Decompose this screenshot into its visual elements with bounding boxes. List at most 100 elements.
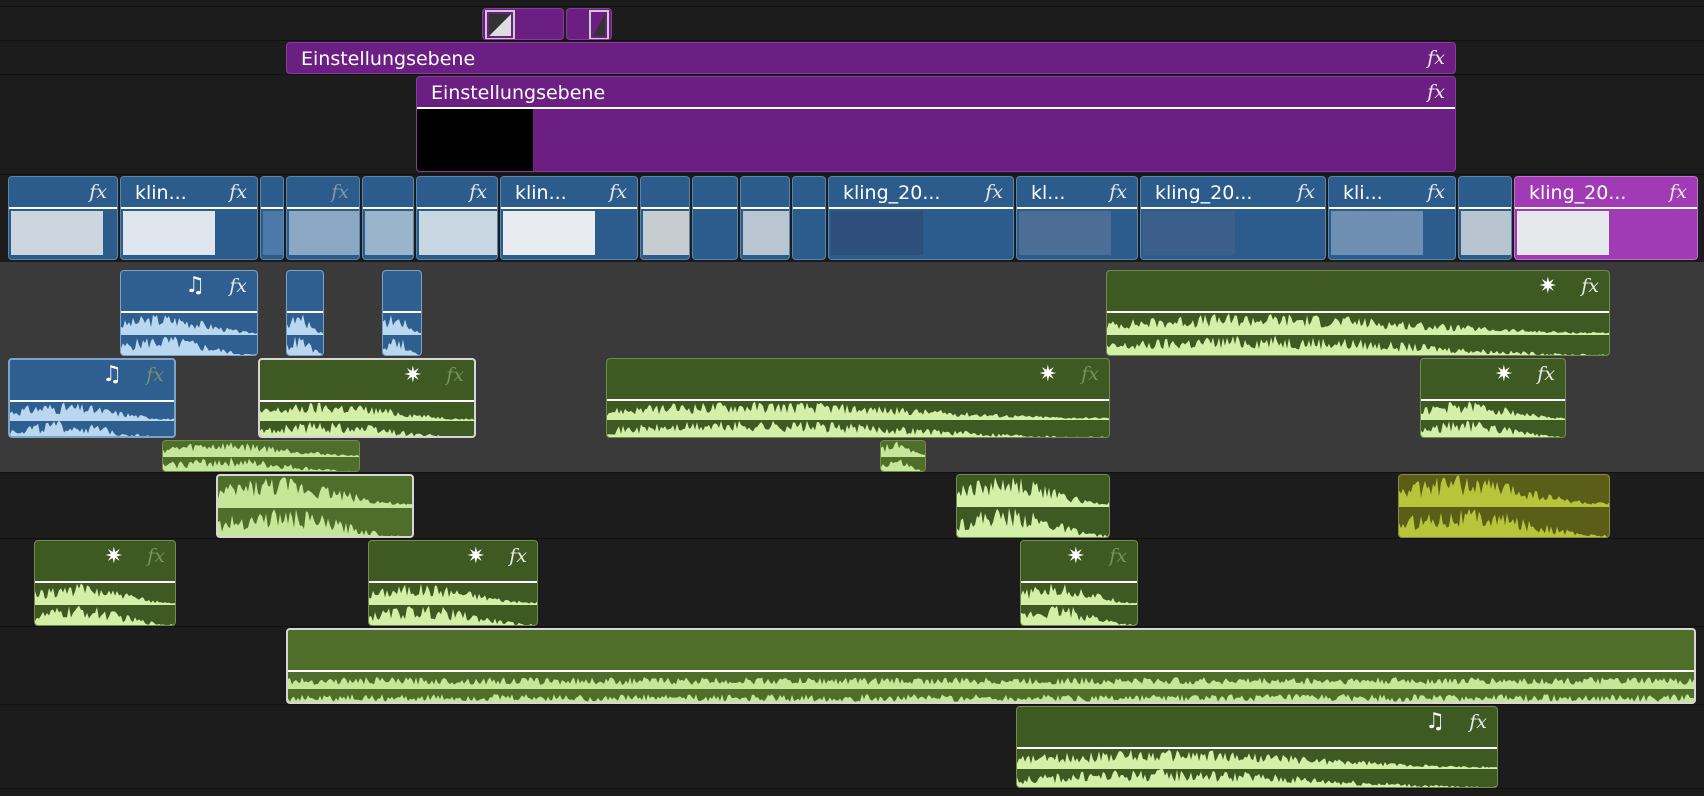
audio-waveform xyxy=(218,477,412,508)
fx-badge: fx xyxy=(1297,181,1315,203)
audio-waveform xyxy=(121,336,257,355)
audio-waveform xyxy=(288,677,1694,689)
volume-line xyxy=(35,581,175,583)
clip-thumbnail xyxy=(795,211,825,255)
audio-clip[interactable] xyxy=(382,270,422,356)
video-clip[interactable] xyxy=(792,176,826,260)
lane-divider xyxy=(0,6,1704,7)
clip-thumbnail xyxy=(1517,211,1609,255)
volume-line xyxy=(383,311,421,313)
audio-waveform xyxy=(287,314,323,335)
video-clip[interactable]: klin... fx xyxy=(120,176,258,260)
audio-waveform xyxy=(218,509,407,536)
video-clip[interactable]: kling_20... fx xyxy=(828,176,1014,260)
clip-thumbnail xyxy=(643,211,689,255)
clip-thumbnail xyxy=(11,211,103,255)
audio-waveform xyxy=(35,605,174,625)
volume-line xyxy=(607,399,1109,401)
video-clip[interactable]: fx xyxy=(286,176,360,260)
audio-clip[interactable] xyxy=(956,474,1110,538)
music-note-icon: ♫ xyxy=(1425,709,1445,734)
fx-badge: fx xyxy=(89,181,107,203)
fx-badge: fx xyxy=(469,181,487,203)
adjustment-layer-clip[interactable]: Einstellungsebene fx xyxy=(416,76,1456,172)
clip-thumbnail xyxy=(503,211,595,255)
video-clip[interactable] xyxy=(692,176,738,260)
audio-clip[interactable]: fx ✷ xyxy=(1106,270,1610,356)
audio-waveform xyxy=(1421,420,1565,437)
audio-waveform xyxy=(1107,313,1609,335)
video-clip[interactable] xyxy=(260,176,284,260)
clip-thumbnail xyxy=(365,211,413,255)
video-clip[interactable]: kling_20... fx xyxy=(1140,176,1326,260)
audio-clip[interactable] xyxy=(286,628,1696,704)
video-clip[interactable]: kling_20... fx xyxy=(1514,176,1698,260)
clip-label: kling_20... xyxy=(1529,182,1627,204)
fx-badge: fx xyxy=(229,275,247,297)
opacity-line xyxy=(417,207,497,209)
audio-clip[interactable]: fx ♫ xyxy=(120,270,258,356)
audio-waveform xyxy=(260,402,474,421)
video-clip[interactable] xyxy=(740,176,790,260)
opacity-line xyxy=(829,207,1013,209)
audio-clip[interactable]: fx ✷ xyxy=(1020,540,1138,626)
audio-waveform xyxy=(35,583,175,605)
effect-star-icon: ✷ xyxy=(1538,274,1557,299)
fx-badge: fx xyxy=(147,545,165,567)
video-clip[interactable]: fx xyxy=(8,176,118,260)
transition-clip[interactable] xyxy=(566,8,612,40)
opacity-line xyxy=(1515,207,1697,209)
audio-waveform xyxy=(1107,335,1609,355)
fx-badge: fx xyxy=(1427,47,1445,69)
audio-clip[interactable]: fx ✷ xyxy=(258,358,476,438)
video-clip[interactable]: klin... fx xyxy=(500,176,638,260)
video-clip[interactable] xyxy=(640,176,690,260)
audio-waveform xyxy=(163,457,359,471)
fx-badge: fx xyxy=(1109,545,1127,567)
clip-label: Einstellungsebene xyxy=(431,82,606,104)
opacity-line xyxy=(793,207,825,209)
volume-line xyxy=(260,400,474,402)
audio-clip[interactable]: fx ✷ xyxy=(606,358,1110,438)
clip-label: kling_20... xyxy=(1155,182,1253,204)
audio-clip[interactable] xyxy=(1398,474,1610,538)
audio-clip[interactable] xyxy=(216,474,414,538)
video-clip[interactable]: fx xyxy=(416,176,498,260)
lane-divider xyxy=(0,626,1704,627)
audio-waveform xyxy=(1017,769,1497,787)
opacity-line xyxy=(501,207,637,209)
audio-clip[interactable] xyxy=(162,440,360,472)
clip-thumbnail xyxy=(1331,211,1423,255)
audio-clip[interactable]: fx ✷ xyxy=(1420,358,1566,438)
audio-waveform xyxy=(369,583,537,605)
audio-clip[interactable] xyxy=(286,270,324,356)
video-clip[interactable]: kli... fx xyxy=(1328,176,1456,260)
opacity-line xyxy=(121,207,257,209)
audio-clip[interactable]: fx ♫ xyxy=(1016,706,1498,788)
audio-clip[interactable]: fx ✷ xyxy=(34,540,176,626)
video-clip[interactable] xyxy=(1458,176,1512,260)
fx-badge: fx xyxy=(1427,181,1445,203)
adjustment-layer-clip[interactable]: Einstellungsebene fx xyxy=(286,42,1456,74)
clip-thumbnail xyxy=(695,211,737,255)
timeline[interactable]: Einstellungsebene fx Einstellungsebene f… xyxy=(0,0,1704,796)
transition-clip[interactable] xyxy=(482,8,564,40)
lane-divider xyxy=(0,704,1704,705)
fx-badge: fx xyxy=(1109,181,1127,203)
opacity-line xyxy=(363,207,413,209)
volume-line xyxy=(417,107,1455,109)
audio-waveform xyxy=(10,402,174,421)
volume-line xyxy=(1021,581,1137,583)
effect-star-icon: ✷ xyxy=(1494,362,1513,387)
clip-thumbnail xyxy=(1019,211,1111,255)
audio-clip[interactable]: fx ♫ xyxy=(8,358,176,438)
clip-thumbnail xyxy=(263,211,283,255)
audio-clip[interactable]: fx ✷ xyxy=(368,540,538,626)
video-clip[interactable]: kl... fx xyxy=(1016,176,1138,260)
volume-line xyxy=(1017,747,1497,749)
video-clip[interactable] xyxy=(362,176,414,260)
audio-waveform xyxy=(121,314,257,335)
volume-line xyxy=(10,400,174,402)
volume-line xyxy=(288,670,1694,672)
audio-clip[interactable] xyxy=(880,440,926,472)
